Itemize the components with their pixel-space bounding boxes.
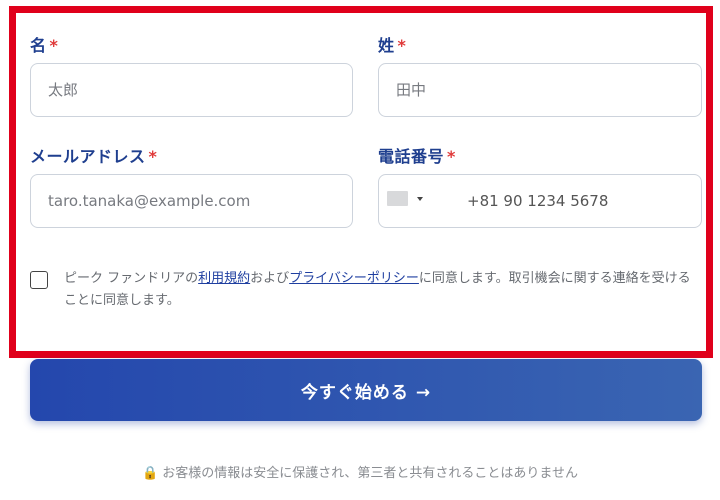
consent-text-part: および [250,271,290,286]
privacy-note-text: お客様の情報は安全に保護され、第三者と共有されることはありません [162,466,578,481]
consent-text: ピーク ファンドリアの利用規約およびプライバシーポリシーに同意します。取引機会に… [64,268,700,312]
required-mark: * [397,36,407,55]
privacy-policy-link[interactable]: プライバシーポリシー [289,271,419,286]
chevron-down-icon[interactable] [417,197,423,201]
start-now-button[interactable]: 今すぐ始める → [30,359,702,421]
terms-link[interactable]: 利用規約 [198,271,250,286]
first-name-input[interactable] [30,63,353,117]
consent-text-part: ピーク ファンドリアの [64,271,199,286]
email-input[interactable] [30,174,353,228]
phone-field [378,174,702,228]
email-label: メールアドレス * [30,147,158,166]
required-mark: * [148,147,158,166]
privacy-note: 🔒 お客様の情報は安全に保護され、第三者と共有されることはありません [0,462,720,481]
last-name-input[interactable] [378,63,702,117]
required-mark: * [49,36,59,55]
phone-input[interactable] [467,175,699,226]
lock-icon: 🔒 [142,466,159,481]
country-flag-icon[interactable] [387,191,408,206]
consent-checkbox[interactable] [30,271,48,289]
phone-label: 電話番号 * [378,147,456,166]
required-mark: * [447,147,456,166]
last-name-label: 姓 * [378,36,407,55]
first-name-label: 名 * [30,36,59,55]
